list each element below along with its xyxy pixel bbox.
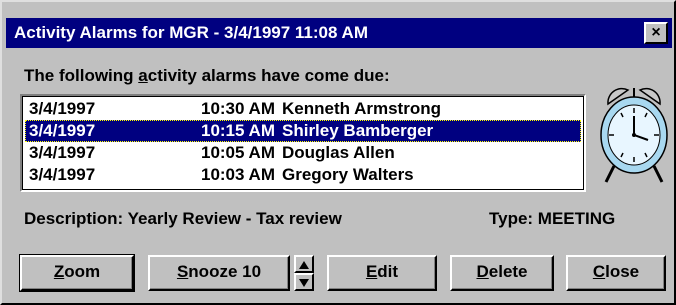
list-item-selected[interactable]: 3/4/1997 10:15 AM Shirley Bamberger: [25, 120, 581, 142]
snooze-button[interactable]: Snooze 10: [148, 255, 290, 291]
alarms-dialog: Activity Alarms for MGR - 3/4/1997 11:08…: [0, 0, 676, 305]
close-button[interactable]: Close: [566, 255, 666, 291]
alarm-name: Gregory Walters: [282, 165, 414, 184]
alarm-time: 10:30 AM: [200, 99, 275, 118]
description-label: Description: Yearly Review - Tax review: [24, 209, 342, 228]
type-label: Type: MEETING: [489, 209, 616, 228]
snooze-spinner: [294, 255, 314, 291]
zoom-button[interactable]: Zoom: [19, 254, 135, 292]
alarm-name: Shirley Bamberger: [282, 121, 434, 140]
list-item[interactable]: 3/4/1997 10:30 AM Kenneth Armstrong: [25, 98, 581, 120]
spin-down-arrow-icon: [299, 279, 309, 287]
alarm-date: 3/4/1997: [29, 121, 96, 140]
alarm-time: 10:03 AM: [200, 165, 275, 184]
close-window-button[interactable]: ×: [644, 22, 668, 44]
close-icon: ×: [651, 24, 661, 41]
alarm-date: 3/4/1997: [29, 99, 96, 118]
spin-up-arrow-icon: [299, 261, 309, 269]
alarm-name: Kenneth Armstrong: [282, 99, 441, 118]
alarms-listbox[interactable]: 3/4/1997 10:30 AM Kenneth Armstrong 3/4/…: [20, 94, 586, 192]
alarm-time: 10:15 AM: [200, 121, 275, 140]
alarms-prompt-label: The following activity alarms have come …: [24, 66, 390, 85]
edit-button[interactable]: Edit: [327, 255, 437, 291]
spin-down-button[interactable]: [294, 273, 314, 291]
alarm-clock-icon: [600, 87, 668, 183]
alarm-time: 10:05 AM: [200, 143, 275, 162]
alarm-date: 3/4/1997: [29, 165, 96, 184]
list-item[interactable]: 3/4/1997 10:05 AM Douglas Allen: [25, 142, 581, 164]
list-item[interactable]: 3/4/1997 10:03 AM Gregory Walters: [25, 164, 581, 186]
alarm-name: Douglas Allen: [282, 143, 395, 162]
title-bar[interactable]: Activity Alarms for MGR - 3/4/1997 11:08…: [6, 18, 672, 48]
delete-button[interactable]: Delete: [450, 255, 554, 291]
spin-up-button[interactable]: [294, 255, 314, 273]
alarm-date: 3/4/1997: [29, 143, 96, 162]
window-title: Activity Alarms for MGR - 3/4/1997 11:08…: [14, 23, 368, 42]
